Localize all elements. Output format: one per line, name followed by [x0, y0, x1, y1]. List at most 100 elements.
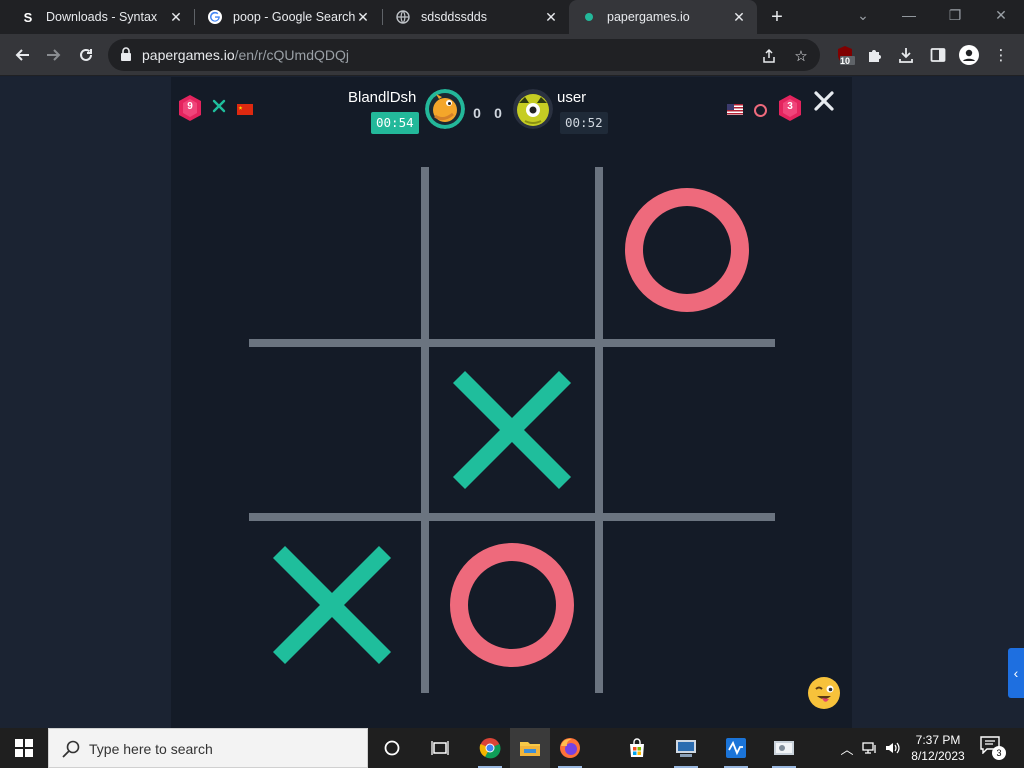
board-cell-r1-c1[interactable] [249, 167, 415, 333]
board-cell-r3-c2 [429, 522, 595, 688]
close-tab-icon[interactable]: ✕ [355, 9, 371, 25]
board-cell-r2-c1[interactable] [249, 347, 415, 513]
x-mark [452, 370, 572, 490]
close-game-icon[interactable] [812, 89, 836, 113]
level-badge-left: 9 [179, 95, 201, 121]
level-badge-right: 3 [779, 95, 801, 121]
tab-title: Downloads - Syntax [46, 10, 158, 24]
close-tab-icon[interactable]: ✕ [731, 9, 747, 25]
reload-icon[interactable] [72, 41, 100, 69]
china-flag-icon [237, 104, 253, 115]
profile-avatar-icon[interactable] [958, 44, 980, 66]
url-host: papergames.io [142, 47, 235, 63]
forward-arrow-icon[interactable] [40, 41, 68, 69]
search-placeholder: Type here to search [89, 741, 213, 757]
search-icon [62, 740, 80, 758]
browser-tab-strip: S Downloads - Syntax ✕ poop - Google Sea… [0, 0, 1024, 34]
player-name-left: BlandlDsh [348, 89, 417, 106]
board-cell-r3-c1 [249, 522, 415, 688]
task-view-icon[interactable] [420, 728, 460, 768]
tab-title: papergames.io [607, 10, 690, 24]
grid-line-horizontal-1 [249, 339, 775, 347]
url-text: papergames.io/en/r/cQUmdQDQj [142, 47, 349, 63]
board-cell-r1-c2[interactable] [429, 167, 595, 333]
show-hidden-icons-chevron-icon[interactable]: ︿ [838, 738, 856, 758]
close-tab-icon[interactable]: ✕ [168, 9, 184, 25]
level-number-left: 9 [187, 101, 193, 112]
close-window-button[interactable]: ✕ [978, 0, 1024, 30]
board-cell-r3-c3[interactable] [604, 522, 770, 688]
extensions-puzzle-icon[interactable] [863, 44, 885, 66]
lock-icon[interactable] [120, 47, 134, 63]
clock-time: 7:37 PM [915, 733, 961, 747]
ublock-extension-icon[interactable]: 10 [834, 44, 856, 66]
restore-button[interactable]: ❐ [932, 0, 978, 30]
system-clock[interactable]: 7:37 PM 8/12/2023 [906, 732, 970, 764]
player-avatar-left[interactable] [425, 89, 465, 129]
notification-center-icon[interactable]: 3 [980, 736, 1006, 760]
winking-tongue-emoji-icon [809, 678, 839, 708]
windows-start-icon[interactable] [0, 728, 48, 768]
side-panel-toggle-button[interactable]: ‹ [1008, 648, 1024, 698]
page-background: 9 BlandlDsh 00:54 0 0 user 00:52 3 ‹ [0, 77, 1024, 728]
url-path: /en/r/cQUmdQDQj [234, 47, 349, 63]
close-tab-icon[interactable]: ✕ [543, 9, 559, 25]
grid-line-vertical-2 [595, 167, 603, 693]
share-icon[interactable] [760, 47, 778, 65]
papergames-dot-icon [581, 9, 597, 25]
player-avatar-right[interactable] [513, 89, 553, 129]
tab-papergames[interactable]: papergames.io ✕ [569, 0, 757, 34]
x-mark [272, 545, 392, 665]
app-icon[interactable] [666, 728, 706, 768]
player-name-right: user [557, 89, 587, 106]
azure-data-icon[interactable] [716, 728, 756, 768]
address-bar[interactable]: papergames.io/en/r/cQUmdQDQj ☆ [108, 39, 820, 71]
tab-title: sdsddssdds [421, 10, 488, 24]
extension-badge: 10 [840, 56, 851, 66]
level-number-right: 3 [787, 101, 793, 112]
globe-icon [395, 9, 411, 25]
tab-search-chevron-icon[interactable]: ⌄ [840, 0, 886, 30]
player-timer-left: 00:54 [371, 112, 419, 134]
app2-icon[interactable] [764, 728, 804, 768]
volume-icon[interactable] [884, 738, 902, 758]
score-right: 0 [494, 105, 502, 121]
grid-line-vertical-1 [421, 167, 429, 693]
minimize-button[interactable]: — [886, 0, 932, 30]
clock-date: 8/12/2023 [911, 749, 965, 763]
syntax-s-icon: S [23, 9, 33, 25]
x-symbol-icon [212, 99, 226, 113]
firefox-icon[interactable] [550, 728, 590, 768]
board-cell-r1-c3 [604, 167, 770, 333]
menu-kebab-icon[interactable]: ⋮ [990, 44, 1012, 66]
player-timer-right: 00:52 [560, 112, 608, 134]
board-cell-r2-c2 [429, 347, 595, 513]
cortana-circle-icon[interactable] [372, 728, 412, 768]
game-panel: 9 BlandlDsh 00:54 0 0 user 00:52 3 [171, 77, 852, 728]
taskbar-search-input[interactable]: Type here to search [48, 728, 368, 768]
new-tab-button[interactable]: + [765, 5, 789, 29]
board-cell-r2-c3[interactable] [604, 347, 770, 513]
grid-line-horizontal-2 [249, 513, 775, 521]
microsoft-store-icon[interactable] [617, 728, 657, 768]
chrome-icon[interactable] [470, 728, 510, 768]
google-icon [207, 9, 223, 25]
tic-tac-toe-board [249, 167, 775, 693]
o-mark [625, 188, 749, 312]
download-icon[interactable] [895, 44, 917, 66]
tab-title: poop - Google Search [233, 10, 355, 24]
score-left: 0 [473, 105, 481, 121]
browser-toolbar: papergames.io/en/r/cQUmdQDQj ☆ 10 ⋮ [0, 34, 1024, 76]
bookmark-star-icon[interactable]: ☆ [792, 47, 810, 65]
network-icon[interactable] [861, 738, 879, 758]
o-symbol-icon [754, 104, 767, 117]
emoji-reaction-button[interactable] [808, 677, 840, 709]
back-arrow-icon[interactable] [8, 41, 36, 69]
tab-downloads-syntax[interactable]: S Downloads - Syntax ✕ [8, 0, 194, 34]
side-panel-icon[interactable] [927, 44, 949, 66]
o-mark [450, 543, 574, 667]
tab-sdsddssdds[interactable]: sdsddssdds ✕ [383, 0, 569, 34]
tab-google-search[interactable]: poop - Google Search ✕ [195, 0, 381, 34]
windows-taskbar: Type here to search ︿ 7:37 PM 8/12/2023 … [0, 728, 1024, 768]
file-explorer-icon[interactable] [510, 728, 550, 768]
